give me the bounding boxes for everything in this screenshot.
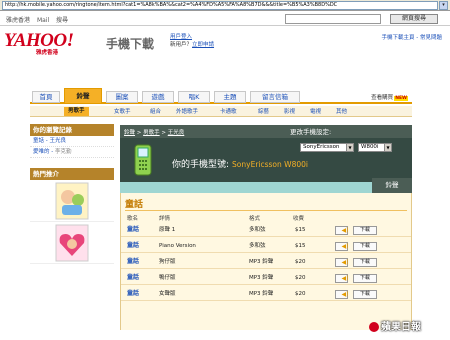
new-badge: NEW [394, 96, 408, 101]
history-item[interactable]: 童話 - 王光良 [30, 136, 114, 147]
sub-nav: 男歌手 女歌手 組合 外語歌手 卡通歌 綜藝 影視 電視 其他 [30, 106, 412, 117]
table-row: 童話 鴨仔版 MP3 鈴聲 $20 ◀) 下載 [121, 271, 411, 285]
model-select[interactable]: W800i ▼ [358, 143, 392, 152]
phone-model-text: 你的手機型號: SonyEricsson W800i [172, 160, 308, 170]
header-links[interactable]: 手機下載主頁 - 常見問題 [382, 33, 442, 41]
new-user-label: 新用戶？ [170, 42, 193, 48]
logo-subtitle: 雅虎香港 [36, 50, 59, 56]
table-row: 童話 女聲版 MP3 鈴聲 $20 ◀) 下載 [121, 287, 411, 301]
table-row: 童話 Piano Version 多和弦 $15 ◀) 下載 [121, 239, 411, 253]
subnav-female-singers[interactable]: 女歌手 [114, 107, 131, 115]
tab-karaoke[interactable]: 唱K [178, 91, 210, 103]
table-header: 歌名 詳情 格式 收費 [121, 212, 411, 222]
download-button[interactable]: 下載 [353, 258, 377, 267]
chevron-down-icon: ▼ [384, 144, 391, 151]
subnav-cartoon[interactable]: 卡通歌 [220, 107, 237, 115]
address-dropdown-icon[interactable]: ▾ [439, 1, 448, 10]
section-tag: 鈴聲 [372, 178, 412, 193]
speaker-icon[interactable]: ◀) [335, 274, 348, 283]
promo-image-2[interactable] [30, 222, 114, 264]
address-bar: http://hk.mobile.yahoo.com/ringtone/item… [0, 0, 450, 11]
yahoo-top-nav: 雅虎香港 Mail 搜尋 網頁搜尋 [0, 12, 450, 26]
purchase-history-link[interactable]: 查看購買 NEW [371, 93, 408, 101]
breadcrumb-artist[interactable]: 王光良 [168, 130, 185, 136]
phone-model-band: SonyEricsson ▼ W800i ▼ 你的手機型號: SonyEricss… [120, 138, 412, 182]
breadcrumb-male-singers[interactable]: 男歌手 [143, 130, 160, 136]
recommend-heading: 熱門推介 [30, 168, 114, 180]
promo-image-1[interactable] [30, 180, 114, 222]
subnav-variety[interactable]: 綜藝 [258, 107, 269, 115]
url-field[interactable]: http://hk.mobile.yahoo.com/ringtone/item… [2, 1, 438, 10]
speaker-icon[interactable]: ◀) [335, 290, 348, 299]
speaker-icon[interactable]: ◀) [335, 242, 348, 251]
section-strip: 鈴聲 [120, 178, 412, 193]
tab-graphics[interactable]: 圖案 [106, 91, 138, 103]
breadcrumb-ringtones[interactable]: 鈴聲 [124, 130, 135, 136]
header-detail: 詳情 [159, 216, 171, 222]
nav-link-yahoo-hk[interactable]: 雅虎香港 [6, 17, 30, 24]
main-nav: 首頁 鈴聲 圖案 遊戲 唱K 主題 留言信箱 查看購買 NEW [30, 88, 412, 104]
download-button[interactable]: 下載 [353, 290, 377, 299]
tab-home[interactable]: 首頁 [32, 91, 60, 103]
tab-games[interactable]: 遊戲 [142, 91, 174, 103]
signup-link[interactable]: 立即申請 [192, 42, 214, 48]
web-search-button[interactable]: 網頁搜尋 [390, 14, 438, 24]
subnav-film[interactable]: 影視 [284, 107, 295, 115]
header-song: 歌名 [127, 216, 139, 222]
user-login-box: 用戶登入 新用戶？立即申請 [170, 33, 214, 49]
tab-themes[interactable]: 主題 [214, 91, 246, 103]
chevron-down-icon: ▼ [346, 144, 353, 151]
tab-ringtones[interactable]: 鈴聲 [64, 88, 102, 104]
song-title: 童話 [125, 200, 144, 210]
change-phone-label: 更改手機設定: [290, 128, 332, 136]
download-button[interactable]: 下載 [353, 242, 377, 251]
mobile-phone-icon [134, 144, 152, 176]
header-format: 格式 [249, 216, 261, 222]
subnav-others[interactable]: 其他 [336, 107, 347, 115]
speaker-icon[interactable]: ◀) [335, 226, 348, 235]
divider [125, 210, 407, 211]
header-price: 收費 [293, 216, 305, 222]
site-header: YAHOO! 雅虎香港 手機下載 用戶登入 新用戶？立即申請 手機下載主頁 - … [0, 27, 450, 57]
search-input[interactable] [285, 14, 381, 24]
login-link[interactable]: 用戶登入 [170, 33, 214, 41]
table-row: 童話 原聲 1 多和弦 $15 ◀) 下載 [121, 223, 411, 237]
subnav-foreign-singers[interactable]: 外語歌手 [176, 107, 198, 115]
history-heading: 你的瀏覽記錄 [30, 124, 114, 136]
subnav-groups[interactable]: 組合 [150, 107, 161, 115]
history-item[interactable]: 愛唯的 - 李克勤 [30, 147, 114, 158]
breadcrumb: 鈴聲 > 男歌手 > 王光良 [120, 125, 412, 138]
left-sidebar: 你的瀏覽記錄 童話 - 王光良 愛唯的 - 李克勤 熱門推介 [30, 124, 114, 264]
nav-link-mail[interactable]: Mail [37, 17, 49, 24]
browser-window: http://hk.mobile.yahoo.com/ringtone/item… [0, 0, 450, 340]
phone-model-value: SonyEricsson W800i [232, 160, 308, 169]
download-button[interactable]: 下載 [353, 274, 377, 283]
download-button[interactable]: 下載 [353, 226, 377, 235]
service-title: 手機下載 [106, 37, 155, 51]
table-row: 童話 狗仔版 MP3 鈴聲 $20 ◀) 下載 [121, 255, 411, 269]
brand-select[interactable]: SonyEricsson ▼ [300, 143, 354, 152]
apple-daily-watermark: 蘋果日報 [369, 318, 421, 333]
nav-link-search[interactable]: 搜尋 [56, 17, 68, 24]
subnav-male-singers[interactable]: 男歌手 [64, 107, 89, 116]
tab-voicemail[interactable]: 留言信箱 [250, 91, 300, 103]
speaker-icon[interactable]: ◀) [335, 258, 348, 267]
subnav-tv[interactable]: 電視 [310, 107, 321, 115]
ringtone-panel: 童話 歌名 詳情 格式 收費 童話 原聲 1 多和弦 $15 ◀) 下載 童話 … [120, 193, 412, 330]
